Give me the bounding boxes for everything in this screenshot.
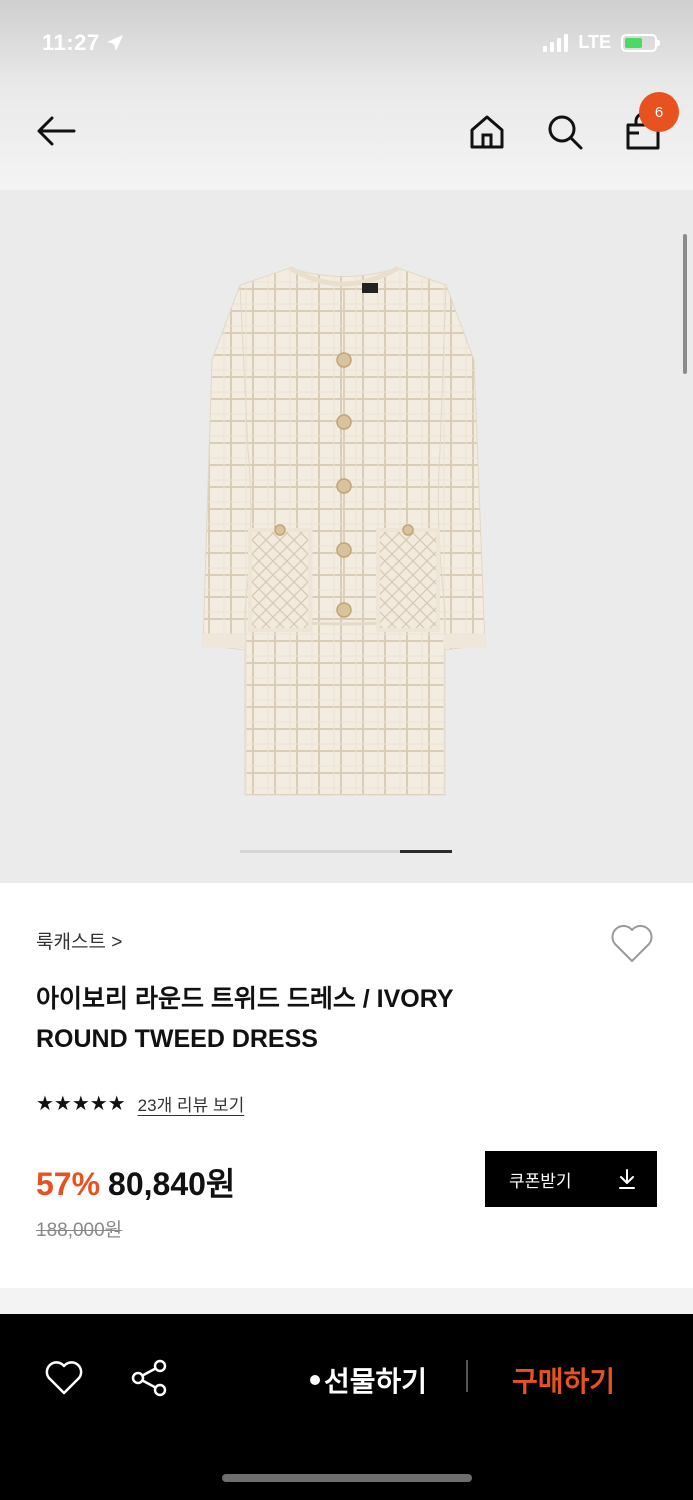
search-icon xyxy=(548,115,583,150)
status-indicators: LTE xyxy=(543,32,660,53)
cart-button[interactable]: 6 xyxy=(623,92,679,152)
star-rating: ★★★★★ xyxy=(36,1093,126,1115)
gift-label: 선물하기 xyxy=(324,1366,428,1397)
status-time: 11:27 xyxy=(42,30,124,56)
share-button[interactable] xyxy=(130,1358,170,1398)
action-separator xyxy=(466,1360,468,1392)
heart-icon xyxy=(611,925,653,962)
product-title: 아이보리 라운드 트위드 드레스 / IVORY ROUND TWEED DRE… xyxy=(36,985,454,1053)
download-icon xyxy=(619,1169,635,1189)
sale-price: 80,840원 xyxy=(108,1166,236,1202)
share-icon xyxy=(131,1359,167,1397)
bottom-wishlist-button[interactable] xyxy=(44,1358,84,1398)
battery-icon xyxy=(621,33,660,52)
clock-text: 11:27 xyxy=(42,30,100,55)
rating-row: ★★★★★ 23개 리뷰 보기 xyxy=(36,1091,244,1116)
gift-button[interactable]: 선물하기 xyxy=(310,1360,427,1400)
gallery-scrollbar[interactable] xyxy=(683,234,687,374)
review-link[interactable]: 23개 리뷰 보기 xyxy=(138,1091,245,1116)
arrow-left-icon xyxy=(37,116,76,146)
home-indicator xyxy=(222,1474,472,1482)
brand-link[interactable]: 룩캐스트 > xyxy=(36,927,122,954)
wishlist-button[interactable] xyxy=(609,921,655,967)
buy-button[interactable]: 구매하기 xyxy=(512,1360,615,1400)
signal-icon xyxy=(543,33,569,52)
product-image-gallery[interactable] xyxy=(0,190,693,883)
original-price: 188,000원 xyxy=(36,1220,123,1241)
header-actions: 6 xyxy=(467,92,679,152)
cart-count-badge: 6 xyxy=(639,92,679,132)
coupon-label: 쿠폰받기 xyxy=(509,1171,572,1191)
search-button[interactable] xyxy=(545,112,585,152)
header: 11:27 LTE 6 xyxy=(0,0,693,190)
home-icon xyxy=(470,115,504,149)
discount-rate: 57% xyxy=(36,1166,101,1202)
coupon-button[interactable]: 쿠폰받기 xyxy=(485,1151,657,1207)
bottom-action-bar: 선물하기 구매하기 xyxy=(0,1314,693,1500)
location-arrow-icon xyxy=(106,35,123,51)
dot-icon xyxy=(310,1375,320,1385)
section-divider xyxy=(0,1288,693,1314)
product-info: 룩캐스트 > 아이보리 라운드 트위드 드레스 / IVORY ROUND TW… xyxy=(0,883,693,1288)
slide-indicator xyxy=(240,850,452,853)
home-button[interactable] xyxy=(467,112,507,152)
product-photo xyxy=(202,265,486,796)
network-type: LTE xyxy=(578,32,611,52)
back-button[interactable] xyxy=(30,105,82,157)
price-row: 57% 80,840원 xyxy=(36,1159,235,1205)
heart-icon xyxy=(45,1361,83,1395)
